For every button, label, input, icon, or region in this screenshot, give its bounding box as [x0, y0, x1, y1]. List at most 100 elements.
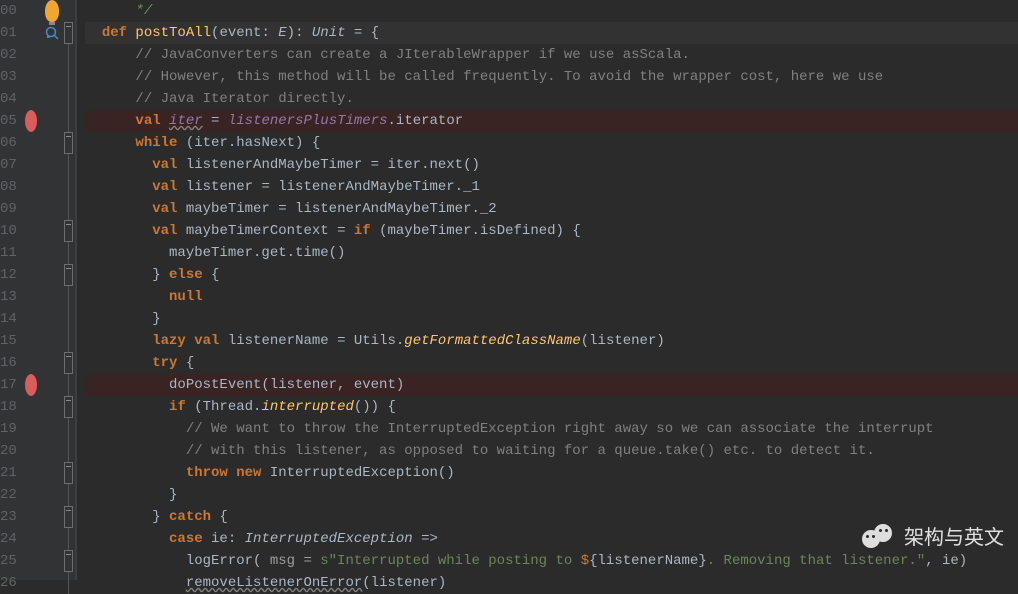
fold-slot[interactable] — [62, 330, 75, 352]
line-number: 20 — [0, 440, 16, 462]
code-line[interactable]: // with this listener, as opposed to wai… — [85, 440, 1018, 462]
fold-toggle-icon[interactable] — [64, 462, 73, 484]
fold-toggle-icon[interactable] — [64, 352, 73, 374]
breakpoint-slot[interactable] — [20, 528, 42, 550]
fold-slot[interactable] — [62, 132, 75, 154]
fold-slot[interactable] — [62, 220, 75, 242]
fold-slot[interactable] — [62, 0, 75, 22]
fold-slot[interactable] — [62, 352, 75, 374]
code-line[interactable]: val listenerAndMaybeTimer = iter.next() — [85, 154, 1018, 176]
fold-slot[interactable] — [62, 264, 75, 286]
code-line[interactable]: // Java Iterator directly. — [85, 88, 1018, 110]
code-line[interactable]: } catch { — [85, 506, 1018, 528]
breakpoint-slot[interactable] — [20, 110, 42, 132]
fold-toggle-icon[interactable] — [64, 132, 73, 154]
breakpoint-slot[interactable] — [20, 132, 42, 154]
code-line[interactable]: val maybeTimerContext = if (maybeTimer.i… — [85, 220, 1018, 242]
fold-slot[interactable] — [62, 308, 75, 330]
breakpoint-slot[interactable] — [20, 198, 42, 220]
breakpoint-slot[interactable] — [20, 440, 42, 462]
code-line[interactable]: } — [85, 308, 1018, 330]
fold-slot[interactable] — [62, 506, 75, 528]
breakpoint-slot[interactable] — [20, 506, 42, 528]
fold-slot[interactable] — [62, 198, 75, 220]
breakpoint-column[interactable] — [20, 0, 42, 580]
breakpoint-slot[interactable] — [20, 0, 42, 22]
breakpoint-slot[interactable] — [20, 396, 42, 418]
fold-column[interactable] — [62, 0, 76, 580]
fold-slot[interactable] — [62, 88, 75, 110]
breakpoint-slot[interactable] — [20, 330, 42, 352]
fold-slot[interactable] — [62, 396, 75, 418]
breakpoint-slot[interactable] — [20, 286, 42, 308]
implements-icon[interactable] — [45, 26, 59, 40]
fold-slot[interactable] — [62, 110, 75, 132]
code-line[interactable]: val listener = listenerAndMaybeTimer._1 — [85, 176, 1018, 198]
fold-slot[interactable] — [62, 44, 75, 66]
breakpoint-slot[interactable] — [20, 154, 42, 176]
breakpoint-slot[interactable] — [20, 176, 42, 198]
code-line[interactable]: if (Thread.interrupted()) { — [85, 396, 1018, 418]
gutter-icon-slot — [42, 550, 62, 572]
breakpoint-slot[interactable] — [20, 550, 42, 572]
code-line[interactable]: } — [85, 484, 1018, 506]
code-line[interactable]: def postToAll(event: E): Unit = { — [85, 22, 1018, 44]
breakpoint-slot[interactable] — [20, 418, 42, 440]
code-area[interactable]: */ def postToAll(event: E): Unit = { // … — [77, 0, 1018, 580]
fold-slot[interactable] — [62, 22, 75, 44]
breakpoint-slot[interactable] — [20, 572, 42, 594]
breakpoint-slot[interactable] — [20, 22, 42, 44]
fold-slot[interactable] — [62, 484, 75, 506]
code-line[interactable]: null — [85, 286, 1018, 308]
fold-slot[interactable] — [62, 374, 75, 396]
breakpoint-icon[interactable] — [25, 374, 37, 396]
lightbulb-icon[interactable] — [45, 0, 59, 22]
fold-toggle-icon[interactable] — [64, 220, 73, 242]
breakpoint-slot[interactable] — [20, 220, 42, 242]
fold-slot[interactable] — [62, 286, 75, 308]
fold-slot[interactable] — [62, 462, 75, 484]
code-line[interactable]: } else { — [85, 264, 1018, 286]
code-line[interactable]: while (iter.hasNext) { — [85, 132, 1018, 154]
code-line[interactable]: throw new InterruptedException() — [85, 462, 1018, 484]
code-line[interactable]: case ie: InterruptedException => — [85, 528, 1018, 550]
fold-slot[interactable] — [62, 528, 75, 550]
code-line[interactable]: logError( msg = s"Interrupted while post… — [85, 550, 1018, 572]
breakpoint-slot[interactable] — [20, 264, 42, 286]
code-line[interactable]: maybeTimer.get.time() — [85, 242, 1018, 264]
code-line[interactable]: try { — [85, 352, 1018, 374]
fold-slot[interactable] — [62, 66, 75, 88]
code-line[interactable]: // However, this method will be called f… — [85, 66, 1018, 88]
breakpoint-slot[interactable] — [20, 66, 42, 88]
breakpoint-slot[interactable] — [20, 242, 42, 264]
fold-slot[interactable] — [62, 154, 75, 176]
breakpoint-slot[interactable] — [20, 352, 42, 374]
breakpoint-slot[interactable] — [20, 484, 42, 506]
fold-slot[interactable] — [62, 242, 75, 264]
breakpoint-slot[interactable] — [20, 308, 42, 330]
fold-slot[interactable] — [62, 572, 75, 594]
code-line[interactable]: */ — [85, 0, 1018, 22]
breakpoint-slot[interactable] — [20, 44, 42, 66]
breakpoint-slot[interactable] — [20, 374, 42, 396]
breakpoint-icon[interactable] — [25, 110, 37, 132]
fold-slot[interactable] — [62, 550, 75, 572]
fold-toggle-icon[interactable] — [64, 22, 73, 44]
breakpoint-slot[interactable] — [20, 88, 42, 110]
fold-toggle-icon[interactable] — [64, 550, 73, 572]
code-line[interactable]: lazy val listenerName = Utils.getFormatt… — [85, 330, 1018, 352]
code-line[interactable]: val maybeTimer = listenerAndMaybeTimer._… — [85, 198, 1018, 220]
code-line[interactable]: // JavaConverters can create a JIterable… — [85, 44, 1018, 66]
fold-guide — [68, 176, 69, 198]
fold-toggle-icon[interactable] — [64, 506, 73, 528]
fold-slot[interactable] — [62, 418, 75, 440]
breakpoint-slot[interactable] — [20, 462, 42, 484]
code-line[interactable]: val iter = listenersPlusTimers.iterator — [85, 110, 1018, 132]
fold-slot[interactable] — [62, 176, 75, 198]
code-line[interactable]: removeListenerOnError(listener) — [85, 572, 1018, 594]
fold-toggle-icon[interactable] — [64, 396, 73, 418]
code-line[interactable]: // We want to throw the InterruptedExcep… — [85, 418, 1018, 440]
code-line[interactable]: doPostEvent(listener, event) — [85, 374, 1018, 396]
fold-toggle-icon[interactable] — [64, 264, 73, 286]
fold-slot[interactable] — [62, 440, 75, 462]
